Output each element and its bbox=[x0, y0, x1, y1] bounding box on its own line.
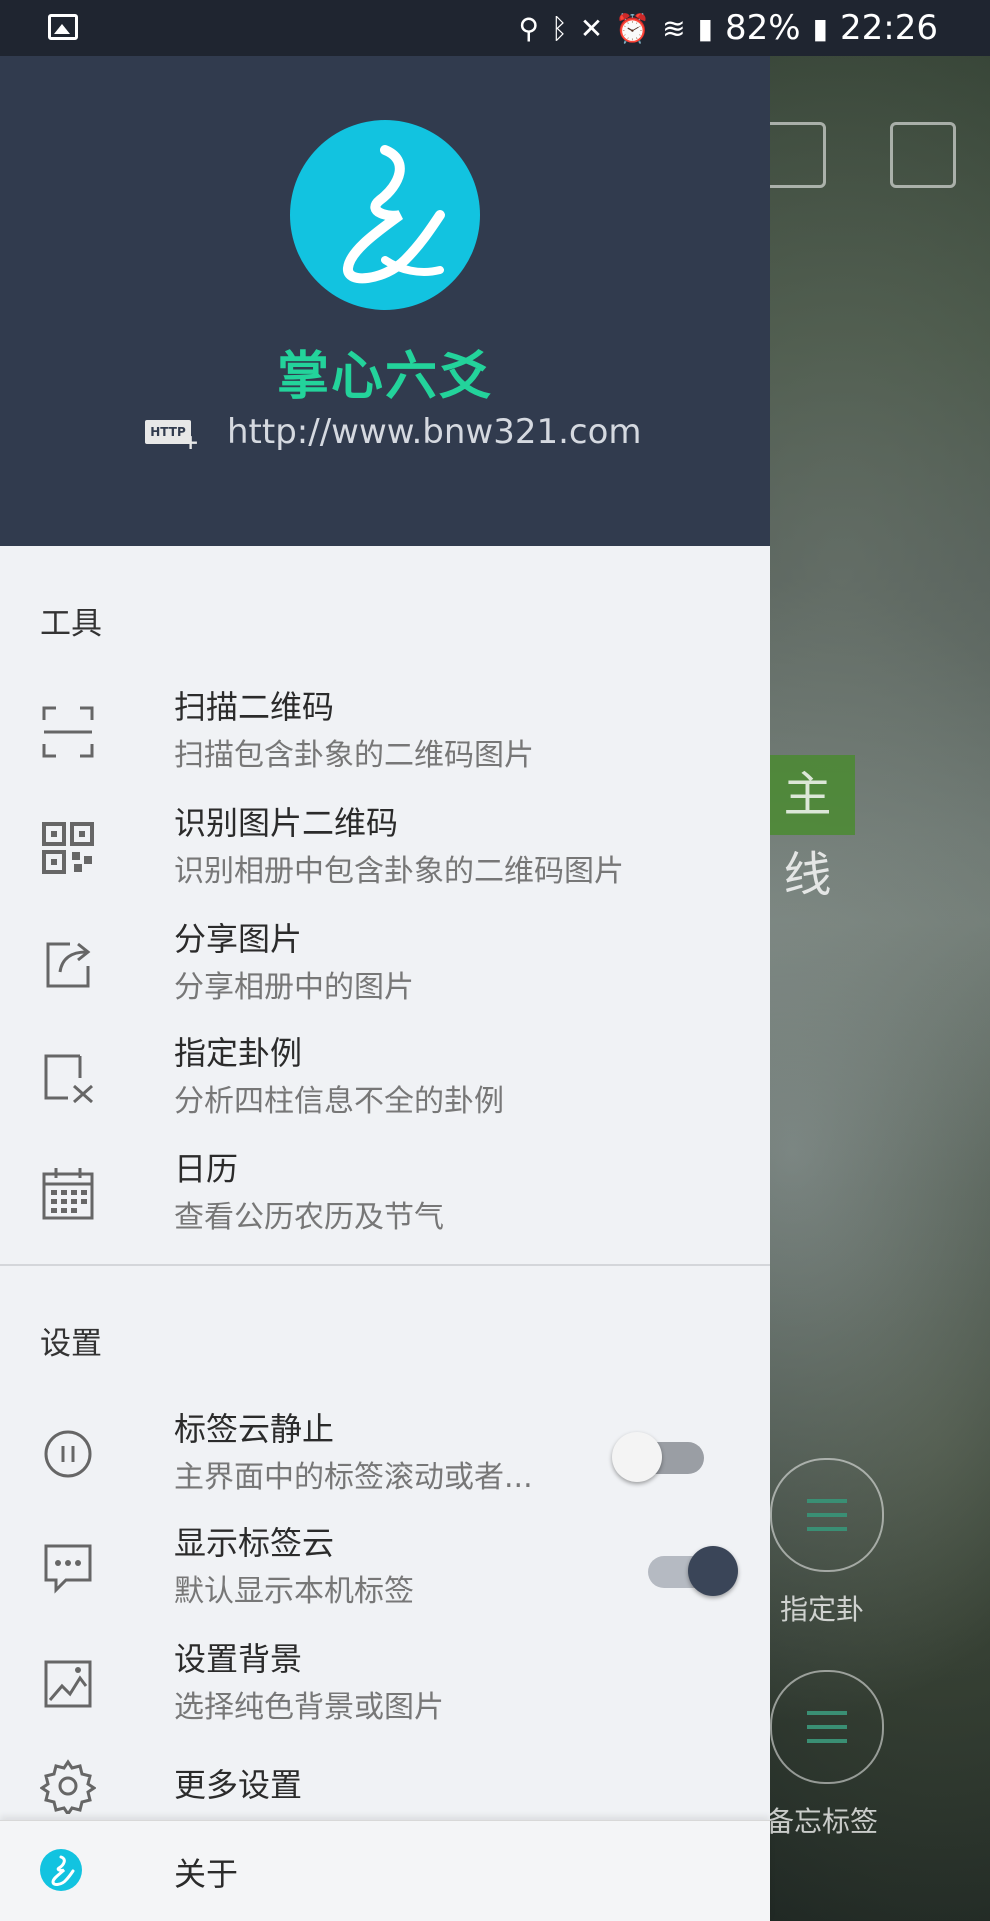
tools-section-title: 工具 bbox=[40, 606, 102, 642]
item-subtitle: 识别相册中包含卦象的二维码图片 bbox=[174, 854, 624, 889]
navigation-drawer: 掌心六爻 HTTP + http://www.bnw321.com 工具 扫描二… bbox=[0, 56, 770, 1921]
gear-icon bbox=[40, 1759, 96, 1814]
pause-icon bbox=[44, 1430, 92, 1478]
calendar-clock-icon[interactable] bbox=[890, 122, 956, 188]
tag-cloud-static-item[interactable]: 标签云静止 主界面中的标签滚动或者... bbox=[0, 1402, 770, 1514]
mute-icon: ✕ bbox=[579, 11, 604, 45]
item-subtitle: 主界面中的标签滚动或者... bbox=[174, 1460, 533, 1495]
settings-section-title: 设置 bbox=[40, 1326, 102, 1362]
drawer-header: 掌心六爻 HTTP + http://www.bnw321.com bbox=[0, 56, 770, 546]
item-title: 指定卦例 bbox=[174, 1034, 303, 1072]
designate-example-item[interactable]: 指定卦例 分析四柱信息不全的卦例 bbox=[0, 1026, 770, 1138]
hexagram-lines-icon bbox=[807, 1711, 847, 1743]
app-logo-icon bbox=[343, 145, 445, 284]
bluetooth-icon: ᛒ bbox=[550, 11, 568, 45]
signal-icon: ▮ bbox=[697, 11, 714, 45]
item-subtitle: 分享相册中的图片 bbox=[174, 970, 414, 1005]
clock: 22:26 bbox=[840, 8, 938, 48]
item-subtitle: 选择纯色背景或图片 bbox=[174, 1690, 444, 1725]
item-title: 更多设置 bbox=[174, 1766, 303, 1804]
toggle-knob bbox=[612, 1432, 662, 1482]
status-indicators: ⚲ ᛒ ✕ ⏰ ≋ ▮ 82% ▮ 22:26 bbox=[518, 8, 938, 48]
item-title: 显示标签云 bbox=[174, 1524, 335, 1562]
scan-qr-item[interactable]: 扫描二维码 扫描包含卦象的二维码图片 bbox=[0, 680, 770, 792]
show-tag-cloud-toggle[interactable] bbox=[648, 1546, 738, 1596]
about-item[interactable]: 关于 bbox=[0, 1820, 770, 1921]
item-title: 设置背景 bbox=[174, 1640, 303, 1678]
website-url[interactable]: http://www.bnw321.com bbox=[227, 412, 642, 452]
item-subtitle: 查看公历农历及节气 bbox=[174, 1200, 444, 1235]
item-subtitle: 分析四柱信息不全的卦例 bbox=[174, 1084, 504, 1119]
http-icon: HTTP + bbox=[145, 414, 199, 454]
item-title: 扫描二维码 bbox=[174, 688, 335, 726]
item-subtitle: 扫描包含卦象的二维码图片 bbox=[174, 738, 534, 773]
set-background-item[interactable]: 设置背景 选择纯色背景或图片 bbox=[0, 1632, 770, 1744]
about-label: 关于 bbox=[174, 1855, 239, 1893]
calendar-item[interactable]: 日历 查看公历农历及节气 bbox=[0, 1142, 770, 1254]
location-icon: ⚲ bbox=[518, 11, 539, 45]
main-line-label: 主线 bbox=[760, 755, 855, 903]
toggle-knob bbox=[688, 1546, 738, 1596]
tag-cloud-static-toggle[interactable] bbox=[612, 1432, 704, 1482]
item-title: 标签云静止 bbox=[174, 1410, 335, 1448]
designate-icon bbox=[44, 1054, 93, 1104]
qr-code-icon bbox=[42, 822, 94, 874]
share-icon bbox=[46, 942, 91, 988]
app-logo bbox=[290, 120, 480, 310]
item-title: 分享图片 bbox=[174, 920, 303, 958]
battery-icon: ▮ bbox=[812, 11, 829, 45]
calendar-icon bbox=[42, 1168, 94, 1220]
memo-tags-label: 备忘标签 bbox=[766, 1805, 879, 1838]
item-subtitle: 默认显示本机标签 bbox=[174, 1574, 414, 1609]
designate-hexagram-label: 指定卦 bbox=[780, 1593, 865, 1626]
section-divider bbox=[0, 1264, 770, 1266]
memo-tags-button[interactable] bbox=[770, 1670, 884, 1784]
share-image-item[interactable]: 分享图片 分享相册中的图片 bbox=[0, 912, 770, 1024]
item-title: 日历 bbox=[174, 1150, 239, 1188]
battery-percent: 82% bbox=[725, 8, 801, 48]
alarm-icon: ⏰ bbox=[615, 11, 651, 45]
item-title: 识别图片二维码 bbox=[174, 804, 399, 842]
designate-hexagram-button[interactable] bbox=[770, 1458, 884, 1572]
gallery-notification-icon bbox=[48, 14, 78, 40]
chat-icon bbox=[44, 1544, 92, 1594]
recognize-qr-item[interactable]: 识别图片二维码 识别相册中包含卦象的二维码图片 bbox=[0, 796, 770, 908]
plus-icon: + bbox=[182, 430, 199, 454]
wifi-icon: ≋ bbox=[662, 11, 686, 45]
image-icon bbox=[44, 1660, 92, 1708]
app-logo-small-icon bbox=[40, 1849, 82, 1891]
status-bar: ⚲ ᛒ ✕ ⏰ ≋ ▮ 82% ▮ 22:26 bbox=[0, 0, 990, 56]
app-name: 掌心六爻 bbox=[276, 347, 493, 407]
hexagram-lines-icon bbox=[807, 1499, 847, 1531]
website-link[interactable]: HTTP + http://www.bnw321.com bbox=[145, 412, 642, 454]
show-tag-cloud-item[interactable]: 显示标签云 默认显示本机标签 bbox=[0, 1516, 770, 1628]
scan-frame-icon bbox=[42, 706, 94, 758]
